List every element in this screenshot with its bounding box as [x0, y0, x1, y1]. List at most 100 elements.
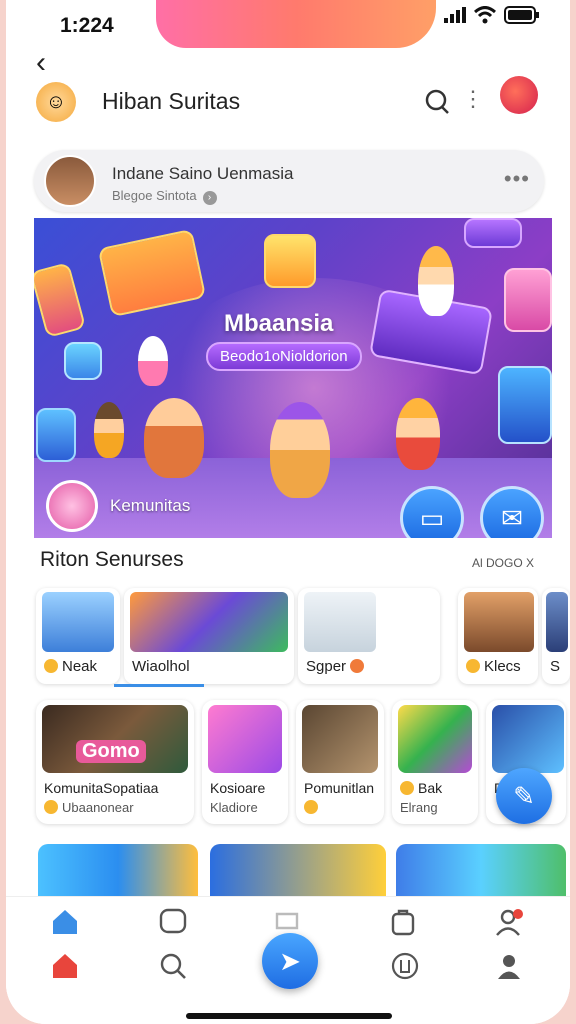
bottom-nav: ➤	[6, 896, 570, 1024]
game-tile	[97, 228, 207, 318]
list-item[interactable]: Gomo KomunitaSopatiaa Ubaanonear	[36, 700, 194, 824]
game-tile	[64, 342, 102, 380]
thumbnail	[208, 705, 282, 773]
home-tab[interactable]	[50, 951, 80, 981]
phone-screen: 1:224 ‹ ☺ Hiban Suritas ⋮ Indane Saino U…	[6, 0, 570, 1024]
profile-subtitle: Blegoe Sintota ›	[112, 188, 217, 205]
list-item[interactable]: Neak	[36, 588, 120, 684]
item-subtitle: Ubaanonear	[44, 800, 134, 815]
list-item[interactable]: Sgper	[298, 588, 440, 684]
list-item[interactable]: Pomunitlan	[296, 700, 384, 824]
list-item[interactable]: Bak Elrang	[392, 700, 478, 824]
create-outline-icon[interactable]	[272, 903, 302, 933]
battery-icon	[504, 6, 539, 24]
hero-badge[interactable]: Beodo1oNioldorion	[206, 342, 362, 371]
list-item[interactable]	[396, 844, 566, 900]
character	[270, 402, 330, 498]
home-indicator	[186, 1013, 392, 1019]
thumbnail: Gomo	[42, 705, 188, 773]
thumbnail	[398, 705, 472, 773]
search-icon[interactable]	[424, 88, 450, 114]
profile-avatar	[44, 155, 96, 207]
home-icon	[53, 954, 77, 978]
item-label: Wiaolhol	[132, 658, 190, 675]
active-indicator	[114, 684, 204, 687]
person-icon	[498, 955, 520, 979]
list-item[interactable]: Wiaolhol	[124, 588, 294, 684]
search-outline-icon[interactable]	[158, 907, 188, 937]
thumbnail	[464, 592, 534, 652]
emoji-icon	[44, 659, 58, 673]
item-subtitle-text: Ubaanonear	[62, 800, 134, 815]
emoji-icon	[400, 781, 414, 795]
bag-nav-icon[interactable]	[388, 907, 418, 937]
more-vert-icon[interactable]: ⋮	[462, 88, 484, 110]
bag-icon	[391, 909, 415, 936]
profile-card[interactable]: Indane Saino Uenmasia Blegoe Sintota › ••…	[34, 150, 544, 212]
thumbnail	[302, 705, 378, 773]
wifi-icon	[474, 6, 496, 24]
clock-icon	[391, 952, 419, 980]
character	[396, 398, 440, 470]
floating-action-button[interactable]: ✎	[496, 768, 552, 824]
hero-community-link[interactable]: Kemunitas	[46, 480, 190, 532]
profile-subtitle-text: Blegoe Sintota	[112, 188, 197, 203]
hero-banner[interactable]: Mbaansia Beodo1oNioldorion Kemunitas ▭ ✉	[34, 218, 552, 538]
emoji-icon	[304, 800, 318, 814]
community-label: Kemunitas	[110, 496, 191, 515]
list-item[interactable]: Klecs	[458, 588, 538, 684]
home-icon	[53, 910, 77, 934]
center-action-button[interactable]: ➤	[262, 933, 318, 989]
item-title: KomunitaSopatiaa	[44, 780, 159, 796]
community-row: Gomo KomunitaSopatiaa Ubaanonear Kosioar…	[34, 700, 570, 830]
emoji-icon	[466, 659, 480, 673]
thumbnail	[546, 592, 568, 652]
thumbnail-text: Gomo	[76, 740, 146, 763]
character	[138, 336, 168, 386]
signal-icon	[444, 7, 466, 23]
create-icon: ➤	[279, 945, 301, 976]
screen-tile	[498, 366, 552, 444]
profile-name: Indane Saino Uenmasia	[112, 164, 294, 183]
game-tile	[504, 268, 552, 332]
profile-tab[interactable]	[494, 951, 524, 981]
badge-icon	[350, 659, 365, 673]
home-outline-icon[interactable]	[50, 907, 80, 937]
compose-icon: ✎	[513, 780, 535, 811]
item-label: Neak	[44, 658, 97, 675]
item-subtitle: Kladiore	[210, 800, 258, 815]
library-tab[interactable]	[390, 951, 420, 981]
community-avatar	[46, 480, 98, 532]
thumbnail	[42, 592, 114, 652]
chat-bubble-icon	[159, 908, 187, 934]
item-label: Sgper	[306, 658, 368, 675]
item-subtitle: Elrang	[400, 800, 438, 815]
list-item[interactable]	[38, 844, 198, 900]
person-outline-icon	[496, 909, 523, 936]
item-label-text: Klecs	[484, 658, 521, 675]
item-title-text: Bak	[418, 780, 443, 796]
hero-title: Mbaansia	[224, 310, 334, 337]
bag-outline-icon	[275, 912, 299, 930]
person-notify-icon[interactable]	[494, 907, 524, 937]
more-horiz-icon[interactable]: •••	[504, 166, 530, 192]
list-item[interactable]: Kosioare Kladiore	[202, 700, 288, 824]
chat-icon: ▭	[419, 502, 445, 533]
item-title: Pomunitlan	[304, 780, 375, 796]
emoji-icon	[44, 800, 58, 814]
page-title: Hiban Suritas	[102, 88, 241, 114]
featured-row: Neak Wiaolhol Sgper Klecs S	[34, 588, 570, 688]
thumbnail	[304, 592, 376, 652]
section-see-all[interactable]: Al DOGO X	[472, 556, 534, 570]
section-title: Riton Senurses	[40, 548, 184, 571]
item-title: Kosioare	[210, 780, 266, 796]
item-subtitle	[304, 800, 322, 815]
item-label: S	[550, 658, 561, 675]
user-avatar[interactable]	[500, 76, 538, 114]
search-tab[interactable]	[158, 951, 188, 981]
list-item[interactable]: S	[542, 588, 570, 684]
back-icon[interactable]: ‹	[36, 48, 46, 78]
system-icons	[444, 6, 540, 24]
list-item[interactable]	[210, 844, 386, 900]
item-label-text: Sgper	[306, 658, 347, 675]
